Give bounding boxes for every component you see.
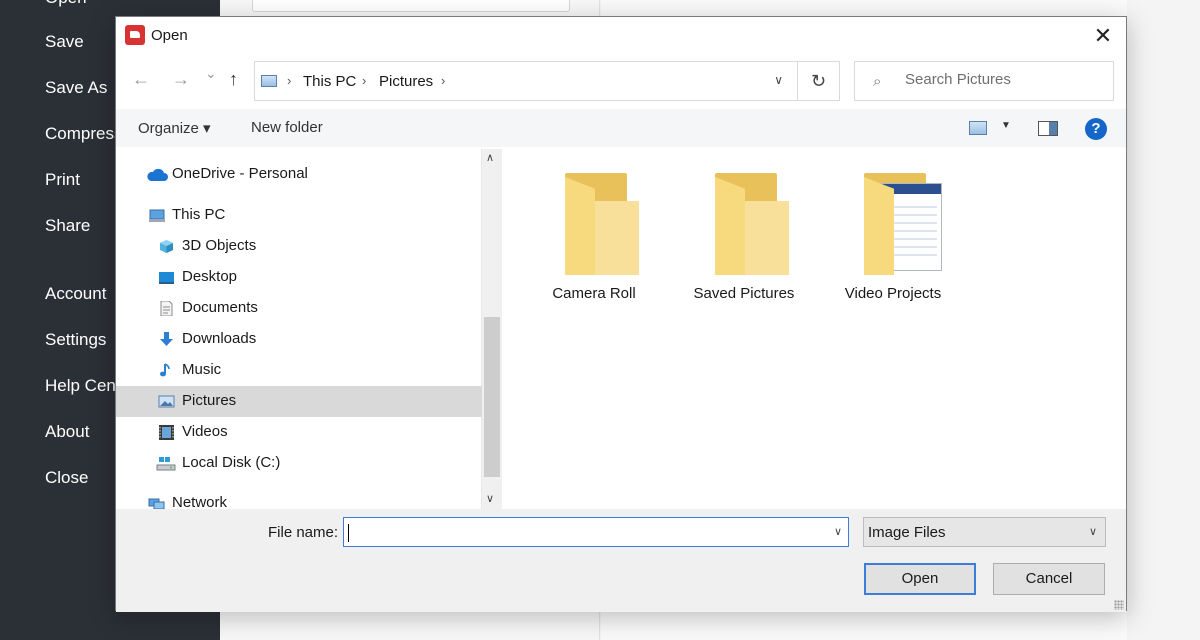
app-top-box	[252, 0, 570, 12]
nav-item-downloads[interactable]: Downloads	[116, 324, 482, 355]
menu-item-settings[interactable]: Settings	[45, 330, 106, 350]
breadcrumb-separator[interactable]: ›	[287, 73, 291, 88]
file-name-label: File name:	[268, 524, 339, 541]
file-name-field[interactable]: ∨	[343, 517, 849, 547]
file-type-select[interactable]: Image Files ∨	[863, 517, 1106, 547]
search-icon: ⌕	[873, 73, 882, 90]
navigation-row: ← → ⌄ ↑ › This PC › Pictures › ∨ ↻ ⌕	[116, 59, 1126, 103]
folder-flap	[864, 177, 894, 275]
folder-flap	[715, 177, 745, 275]
refresh-button[interactable]: ↻	[798, 61, 840, 101]
cloud-icon	[147, 168, 168, 181]
close-button[interactable]: ✕	[1090, 23, 1116, 49]
nav-item-onedrive[interactable]: OneDrive - Personal	[116, 159, 482, 190]
scroll-down-arrow-icon[interactable]: ∨	[486, 492, 494, 505]
app-logo-icon	[125, 25, 145, 45]
nav-item-label: Desktop	[182, 268, 238, 285]
folder-label: Video Projects	[844, 285, 942, 302]
file-type-chevron-icon[interactable]: ∨	[1089, 525, 1097, 538]
address-dropdown-chevron-icon[interactable]: ∨	[774, 73, 783, 87]
up-arrow-icon[interactable]: ↑	[229, 69, 238, 90]
dialog-titlebar[interactable]: Open ✕	[116, 17, 1126, 55]
cube-icon	[160, 240, 173, 253]
menu-item-save-as[interactable]: Save As	[45, 78, 107, 98]
view-options-dropdown-icon[interactable]: ▼	[1001, 120, 1011, 131]
resize-grip-icon[interactable]	[1114, 600, 1124, 610]
menu-item-share[interactable]: Share	[45, 216, 90, 236]
nav-item-documents[interactable]: Documents	[116, 293, 482, 324]
nav-item-label: Local Disk (C:)	[182, 454, 281, 471]
dialog-footer: File name: ∨ Image Files ∨ Open Cancel	[116, 509, 1126, 612]
help-icon[interactable]: ?	[1085, 118, 1107, 140]
folder-label: Saved Pictures	[693, 285, 795, 302]
dialog-title: Open	[151, 27, 188, 44]
nav-item-3d-objects[interactable]: 3D Objects	[116, 231, 482, 262]
back-arrow-icon[interactable]: ←	[132, 69, 150, 90]
nav-item-this-pc[interactable]: This PC	[116, 200, 482, 231]
breadcrumb-separator[interactable]: ›	[441, 73, 445, 88]
scrollbar-thumb[interactable]	[484, 317, 500, 477]
music-note-icon	[160, 363, 170, 377]
search-input[interactable]	[905, 71, 1105, 88]
nav-item-label: 3D Objects	[182, 237, 257, 254]
nav-item-music[interactable]: Music	[116, 355, 482, 386]
menu-item-close[interactable]: Close	[45, 468, 88, 488]
menu-item-account[interactable]: Account	[45, 284, 106, 304]
menu-item-open[interactable]: Open	[45, 0, 87, 8]
desktop-icon	[159, 272, 174, 284]
breadcrumb-pictures[interactable]: Pictures	[379, 73, 433, 90]
folder-item-video-projects[interactable]: Video Projects	[828, 171, 958, 311]
scroll-up-arrow-icon[interactable]: ∧	[486, 151, 494, 164]
folder-flap	[565, 177, 595, 275]
nav-item-label: OneDrive - Personal	[172, 165, 308, 182]
nav-item-videos[interactable]: Videos	[116, 417, 482, 448]
folder-item-camera-roll[interactable]: Camera Roll	[529, 171, 659, 311]
nav-item-label: Pictures	[182, 392, 237, 409]
file-name-input[interactable]	[348, 523, 818, 540]
menu-item-save[interactable]: Save	[45, 32, 84, 52]
drive-icon	[156, 457, 176, 471]
menu-item-about[interactable]: About	[45, 422, 89, 442]
search-box[interactable]: ⌕	[854, 61, 1114, 101]
menu-item-print[interactable]: Print	[45, 170, 80, 190]
open-dialog: Open ✕ ← → ⌄ ↑ › This PC › Pictures › ∨ …	[115, 16, 1127, 612]
nav-pane-scrollbar[interactable]: ∧ ∨	[482, 149, 502, 509]
document-icon	[160, 301, 173, 316]
breadcrumb-this-pc[interactable]: This PC	[303, 73, 356, 90]
preview-pane-icon[interactable]	[1038, 121, 1058, 136]
new-folder-button[interactable]: New folder	[251, 119, 323, 136]
nav-item-label: Videos	[182, 423, 228, 440]
change-view-icon[interactable]	[969, 121, 987, 135]
pictures-icon	[261, 75, 277, 87]
organize-menu-button[interactable]: Organize ▾	[138, 119, 211, 137]
folder-item-saved-pictures[interactable]: Saved Pictures	[679, 171, 809, 311]
nav-item-label: This PC	[172, 206, 226, 223]
cancel-button[interactable]: Cancel	[993, 563, 1105, 595]
forward-arrow-icon[interactable]: →	[172, 69, 190, 90]
file-list-area: Camera Roll Saved Pictures Video Project…	[502, 149, 1126, 509]
nav-item-label: Downloads	[182, 330, 257, 347]
pictures-icon	[158, 395, 175, 408]
file-name-dropdown-chevron-icon[interactable]: ∨	[834, 525, 842, 538]
address-bar[interactable]: › This PC › Pictures › ∨	[254, 61, 798, 101]
recent-locations-chevron-icon[interactable]: ⌄	[205, 65, 217, 82]
nav-item-label: Music	[182, 361, 222, 378]
download-arrow-icon	[160, 332, 173, 346]
nav-item-label: Documents	[182, 299, 258, 316]
nav-item-local-disk[interactable]: Local Disk (C:)	[116, 448, 482, 479]
film-icon	[159, 425, 174, 440]
breadcrumb-separator[interactable]: ›	[362, 73, 366, 88]
command-toolbar: Organize ▾ New folder ▼ ?	[116, 109, 1126, 147]
nav-item-desktop[interactable]: Desktop	[116, 262, 482, 293]
computer-icon	[149, 209, 165, 222]
menu-item-compress[interactable]: Compress	[45, 124, 122, 144]
file-type-value: Image Files	[868, 524, 946, 541]
folder-label: Camera Roll	[552, 285, 636, 302]
open-button[interactable]: Open	[864, 563, 976, 595]
navigation-pane: OneDrive - Personal This PC 3D Objects D…	[116, 149, 482, 511]
nav-item-pictures[interactable]: Pictures	[116, 386, 482, 417]
